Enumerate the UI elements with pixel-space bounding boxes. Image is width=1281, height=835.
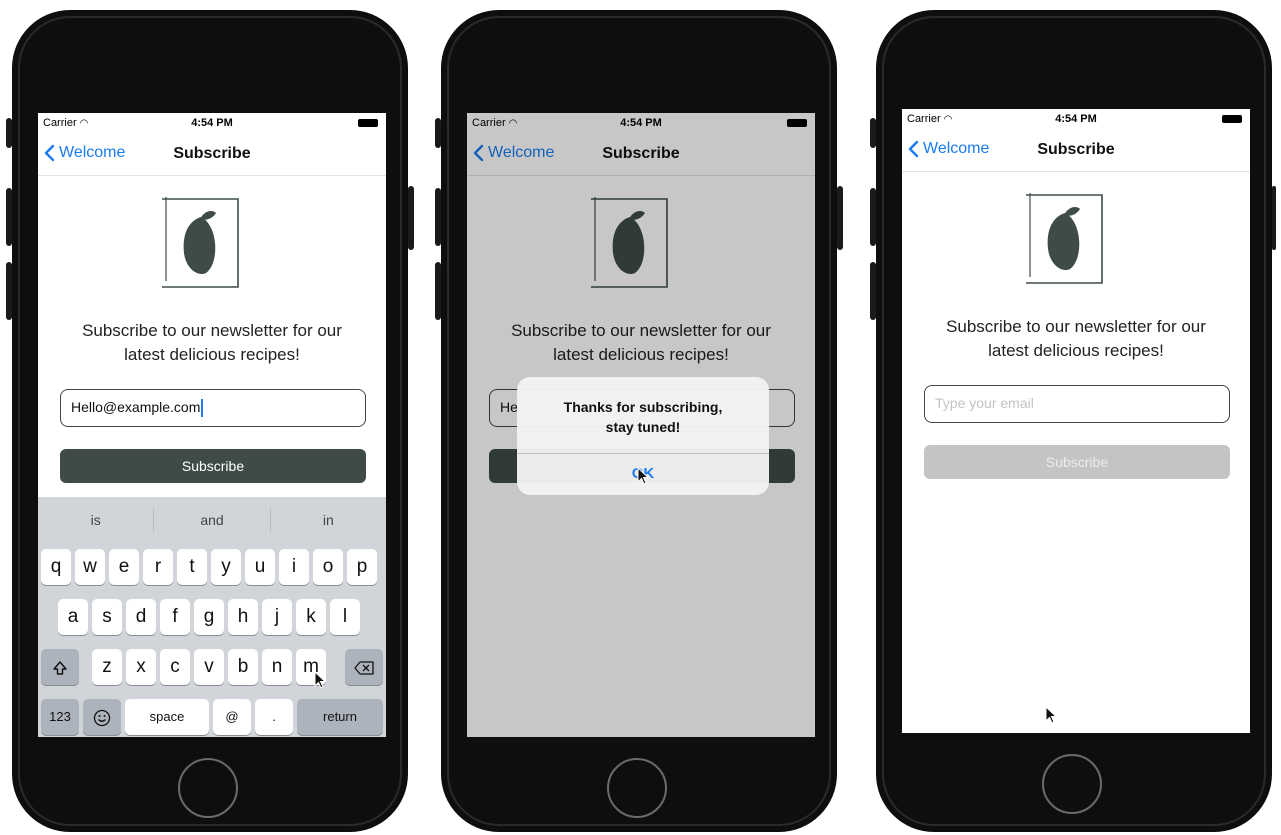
key-k[interactable]: k <box>296 599 326 635</box>
headline: Subscribe to our newsletter for our late… <box>52 319 372 367</box>
nav-title: Subscribe <box>173 145 251 162</box>
key-a[interactable]: a <box>58 599 88 635</box>
keyboard: is and in q w e r t y u i o p a s d f g … <box>38 497 386 737</box>
key-z[interactable]: z <box>92 649 122 685</box>
email-input[interactable]: Type your email <box>924 385 1230 423</box>
phone-typing: Carrier ◠ 4:54 PM Welcome Subscribe Subsc… <box>6 10 414 832</box>
text-caret <box>201 399 204 418</box>
key-i[interactable]: i <box>279 549 309 585</box>
battery-icon <box>1222 115 1242 123</box>
headline-line-2: latest delicious recipes! <box>124 345 300 364</box>
lemon-logo-icon <box>1026 193 1103 284</box>
key-j[interactable]: j <box>262 599 292 635</box>
headline-line-2: latest delicious recipes! <box>988 341 1164 360</box>
key-v[interactable]: v <box>194 649 224 685</box>
status-bar: Carrier ◠ 4:54 PM <box>38 113 386 133</box>
key-d[interactable]: d <box>126 599 156 635</box>
key-u[interactable]: u <box>245 549 275 585</box>
suggestion-1[interactable]: is <box>38 512 153 528</box>
nav-bar: Welcome Subscribe <box>38 133 386 176</box>
key-l[interactable]: l <box>330 599 360 635</box>
emoji-key[interactable] <box>83 699 121 735</box>
headline-line-1: Subscribe to our newsletter for our <box>82 321 342 340</box>
subscribe-button[interactable]: Subscribe <box>924 445 1230 479</box>
email-input[interactable]: Hello@example.com <box>60 389 366 427</box>
screen-typing: Carrier ◠ 4:54 PM Welcome Subscribe Subsc… <box>38 113 386 737</box>
key-r[interactable]: r <box>143 549 173 585</box>
delete-icon <box>354 660 374 675</box>
key-c[interactable]: c <box>160 649 190 685</box>
key-y[interactable]: y <box>211 549 241 585</box>
status-bar: Carrier ◠ 4:54 PM <box>902 109 1250 129</box>
keyboard-row-4: 123 space @ . return <box>38 699 386 735</box>
at-key[interactable]: @ <box>213 699 251 735</box>
numbers-key[interactable]: 123 <box>41 699 79 735</box>
email-value: Hello@example.com <box>71 399 201 415</box>
headline: Subscribe to our newsletter for our late… <box>916 315 1236 363</box>
alert-message-line-1: Thanks for subscribing, <box>563 399 723 415</box>
status-time: 4:54 PM <box>191 117 233 129</box>
nav-bar: Welcome Subscribe <box>902 129 1250 172</box>
mouse-cursor-icon <box>637 467 649 485</box>
key-h[interactable]: h <box>228 599 258 635</box>
headline-line-1: Subscribe to our newsletter for our <box>946 317 1206 336</box>
status-time: 4:54 PM <box>1055 113 1097 125</box>
suggestion-3[interactable]: in <box>271 512 386 528</box>
dot-key[interactable]: . <box>255 699 293 735</box>
key-b[interactable]: b <box>228 649 258 685</box>
suggestion-2[interactable]: and <box>154 512 269 528</box>
key-n[interactable]: n <box>262 649 292 685</box>
mouse-cursor-icon <box>314 671 326 689</box>
home-button[interactable] <box>607 758 667 818</box>
space-key[interactable]: space <box>125 699 209 735</box>
phone-reset: Carrier ◠ 4:54 PM Welcome Subscribe Subsc… <box>870 10 1276 832</box>
screen-reset: Carrier ◠ 4:54 PM Welcome Subscribe Subsc… <box>902 109 1250 733</box>
mouse-cursor-icon <box>1045 706 1057 724</box>
return-key[interactable]: return <box>297 699 383 735</box>
phone-alert: Carrier ◠ 4:54 PM Welcome Subscribe Subsc… <box>435 10 843 832</box>
key-w[interactable]: w <box>75 549 105 585</box>
key-x[interactable]: x <box>126 649 156 685</box>
key-f[interactable]: f <box>160 599 190 635</box>
alert-message: Thanks for subscribing, stay tuned! <box>527 397 759 437</box>
key-o[interactable]: o <box>313 549 343 585</box>
shift-key[interactable] <box>41 649 79 685</box>
key-s[interactable]: s <box>92 599 122 635</box>
emoji-icon <box>93 709 111 726</box>
keyboard-row-1: q w e r t y u i o p <box>38 549 386 585</box>
key-g[interactable]: g <box>194 599 224 635</box>
keyboard-row-3: z x c v b n m <box>38 649 386 685</box>
nav-title: Subscribe <box>1037 141 1115 158</box>
lemon-logo-icon <box>162 197 239 288</box>
shift-icon <box>53 660 67 675</box>
subscribe-button[interactable]: Subscribe <box>60 449 366 483</box>
key-p[interactable]: p <box>347 549 377 585</box>
suggestion-bar: is and in <box>38 497 386 543</box>
keyboard-row-2: a s d f g h j k l <box>38 599 386 635</box>
battery-icon <box>358 119 378 127</box>
key-q[interactable]: q <box>41 549 71 585</box>
screen-alert: Carrier ◠ 4:54 PM Welcome Subscribe Subsc… <box>467 113 815 737</box>
key-t[interactable]: t <box>177 549 207 585</box>
key-e[interactable]: e <box>109 549 139 585</box>
home-button[interactable] <box>178 758 238 818</box>
alert-message-line-2: stay tuned! <box>605 419 681 435</box>
delete-key[interactable] <box>345 649 383 685</box>
email-placeholder: Type your email <box>935 395 1034 411</box>
home-button[interactable] <box>1042 754 1102 814</box>
